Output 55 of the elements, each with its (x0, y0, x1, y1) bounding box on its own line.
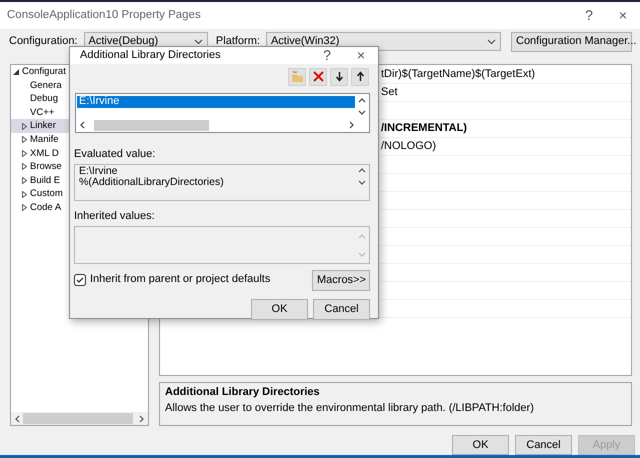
scroll-right-icon[interactable] (138, 414, 145, 422)
caret-icon (194, 38, 203, 45)
property-value: tDir)$(TargetName)$(TargetExt) (381, 68, 536, 82)
tree-item[interactable]: Linker (11, 119, 69, 133)
property-value: /INCREMENTAL) (381, 122, 467, 136)
move-down-button[interactable] (330, 68, 348, 86)
dialog-button[interactable]: Cancel (313, 299, 370, 320)
tree-item[interactable]: Configurat (11, 65, 69, 79)
evaluated-label: Evaluated value: (74, 148, 156, 161)
help-button[interactable]: ? (572, 7, 606, 24)
window-title: ConsoleApplication10 Property Pages (7, 8, 202, 23)
tree-item[interactable]: Browse (11, 160, 69, 174)
tree-item[interactable]: Debug (11, 92, 69, 106)
property-value: Set (381, 86, 398, 100)
tree-item[interactable]: Custom (11, 187, 69, 201)
expander-icon[interactable] (13, 68, 19, 75)
tree-item[interactable]: Build E (11, 174, 69, 188)
list-entry[interactable]: E:\Irvine (77, 96, 355, 108)
scroll-left-icon[interactable] (79, 121, 86, 130)
dialog-title: Additional Library Directories (80, 48, 222, 62)
scroll-down-icon[interactable] (358, 179, 366, 186)
delete-icon (312, 70, 324, 84)
delete-button[interactable] (309, 68, 327, 86)
scroll-up-icon[interactable] (358, 167, 366, 174)
caret-icon (487, 38, 496, 45)
tree-item[interactable]: XML D (11, 146, 69, 160)
move-up-button[interactable] (351, 68, 369, 86)
dialog-button[interactable]: OK (251, 299, 308, 320)
dialog-button[interactable]: OK (452, 435, 509, 455)
tree-item[interactable]: Manife (11, 132, 69, 147)
scroll-right-icon[interactable] (348, 121, 355, 130)
checkbox-label: Inherit from parent or project defaults (90, 273, 270, 286)
inherited-label: Inherited values: (74, 210, 156, 224)
tree-item[interactable]: VC++ (11, 106, 69, 120)
configuration-label: Configuration: (9, 35, 78, 48)
directory-list[interactable]: E:\Irvine (75, 92, 370, 133)
folder-icon (290, 70, 304, 84)
scroll-up-icon[interactable] (358, 96, 366, 104)
close-button[interactable]: × (606, 7, 640, 24)
scroll-down-icon (358, 250, 366, 258)
description-title: Additional Library Directories (165, 386, 321, 400)
scroll-down-icon[interactable] (358, 109, 366, 116)
tree-item[interactable]: Genera (11, 78, 69, 92)
horizontal-scrollbar[interactable] (11, 412, 148, 425)
macros-button[interactable]: Macros>> (312, 270, 370, 292)
dialog-button[interactable]: Cancel (515, 435, 572, 455)
platform-label: Platform: (216, 35, 260, 48)
property-value: /NOLOGO) (381, 140, 436, 154)
scroll-up-icon (358, 232, 366, 240)
scroll-left-icon[interactable] (14, 414, 21, 422)
description-text: Allows the user to override the environmental library path. (/LIBPATH:folder) (165, 402, 535, 416)
evaluated-line: %(AdditionalLibraryDirectories) (79, 177, 225, 189)
tree-item[interactable]: Code A (11, 200, 69, 215)
inherit-checkbox[interactable] (74, 274, 86, 286)
evaluated-line: E:\Irvine (79, 166, 119, 177)
